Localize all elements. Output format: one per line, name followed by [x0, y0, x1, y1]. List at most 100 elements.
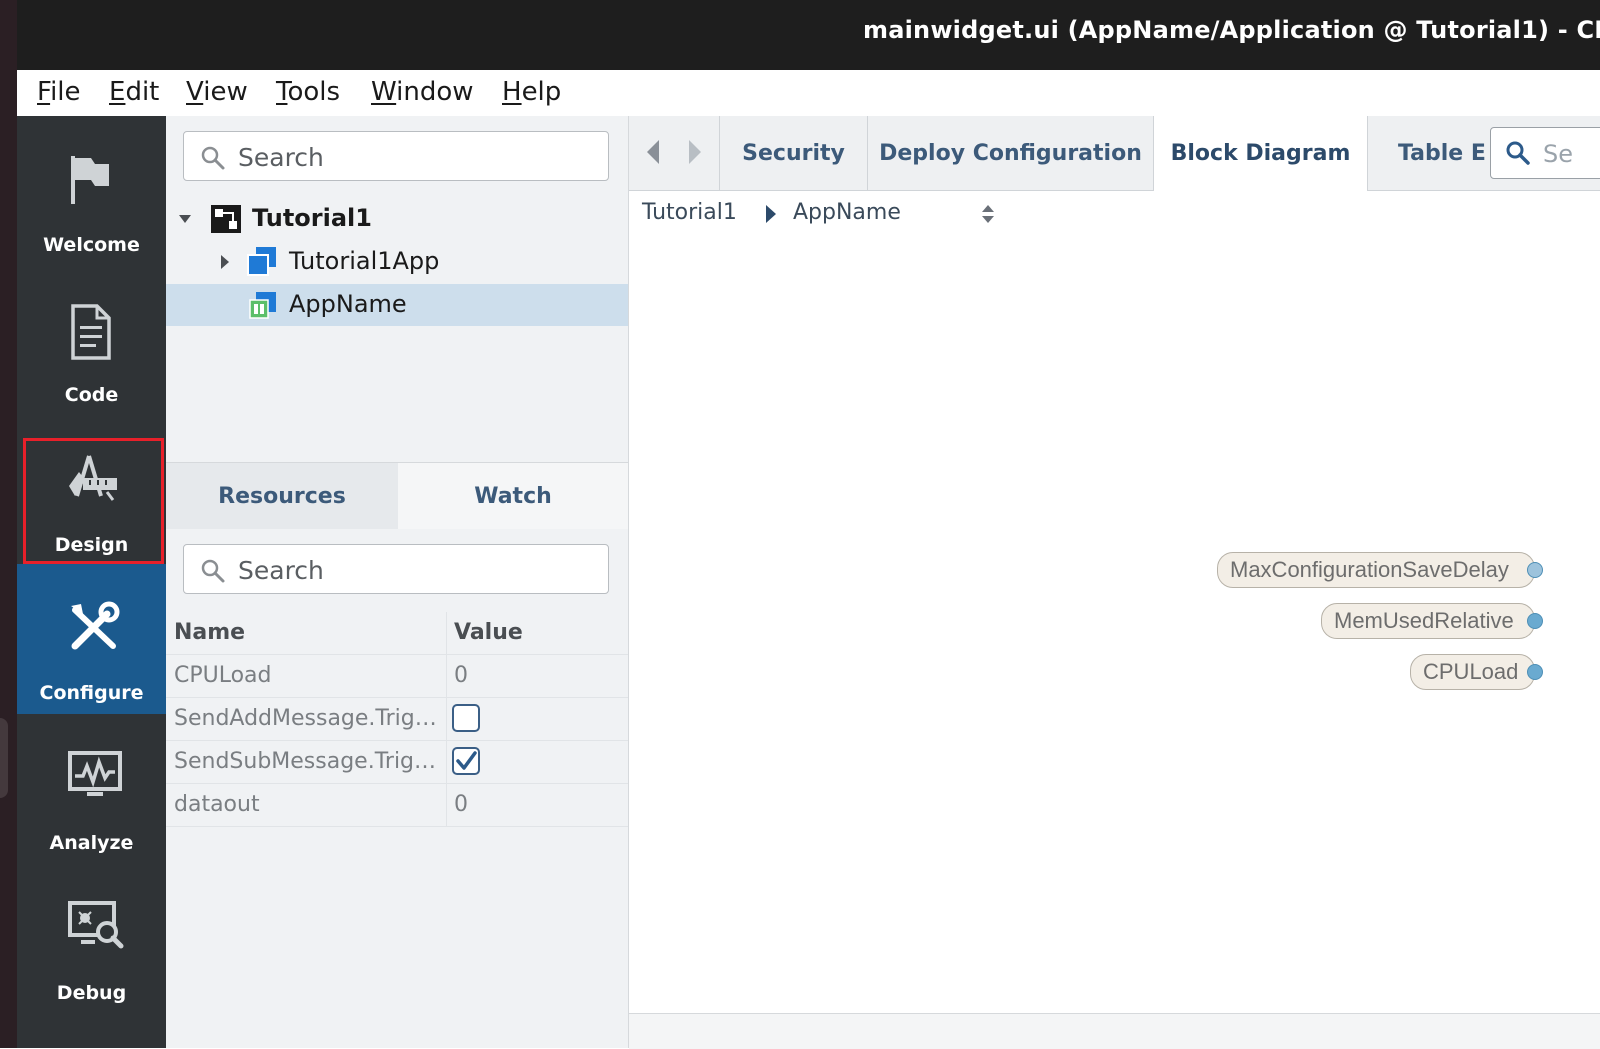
tree-item-tutorial1app[interactable]: Tutorial1App — [166, 241, 628, 283]
sort-updown-icon[interactable] — [980, 202, 996, 226]
table-row[interactable]: CPULoad 0 — [166, 655, 628, 698]
breadcrumb-tutorial1[interactable]: Tutorial1 — [642, 200, 737, 225]
column-divider[interactable] — [446, 612, 447, 654]
tab-resources[interactable]: Resources — [166, 463, 398, 529]
activity-debug[interactable]: Debug — [17, 864, 166, 1014]
menu-window-label: indow — [396, 77, 474, 107]
nav-forward-icon[interactable] — [687, 138, 703, 166]
menu-file-label: ile — [50, 77, 81, 107]
pin-connector[interactable] — [1527, 562, 1543, 578]
column-divider — [446, 655, 447, 697]
breadcrumb-appname[interactable]: AppName — [793, 200, 901, 225]
table-row[interactable]: SendSubMessage.Trig… — [166, 741, 628, 784]
tab-security[interactable]: Security — [719, 116, 867, 190]
menu-file-accel: F — [37, 77, 51, 107]
watch-name: dataout — [174, 792, 260, 817]
explorer-search-input[interactable] — [236, 138, 600, 176]
tab-table-editor[interactable]: Table E — [1367, 116, 1489, 190]
tab-deploy-configuration[interactable]: Deploy Configuration — [867, 116, 1153, 190]
editor-search-box — [1490, 127, 1600, 179]
activity-code[interactable]: Code — [17, 266, 166, 416]
breadcrumb-separator-icon — [766, 205, 776, 223]
search-icon — [201, 146, 225, 170]
menu-help-accel: H — [502, 77, 522, 107]
menu-file[interactable]: File — [37, 77, 81, 107]
diagram-pin-maxconfigurationsavedelay[interactable]: MaxConfigurationSaveDelay — [1217, 552, 1535, 588]
desktop-dock-edge — [0, 0, 17, 1048]
editor-tab-strip: Security Deploy Configuration Block Diag… — [629, 116, 1600, 191]
qt-widget-icon — [249, 292, 276, 319]
dock-handle[interactable] — [0, 718, 8, 798]
expand-caret-icon[interactable] — [178, 214, 192, 224]
flag-icon — [71, 156, 109, 204]
column-header-name[interactable]: Name — [174, 620, 444, 645]
column-divider — [446, 741, 447, 783]
pin-connector[interactable] — [1527, 613, 1543, 629]
activity-analyze-label: Analyze — [49, 832, 134, 854]
explorer-panel: Tutorial1 Tutorial1App AppName Resources… — [166, 116, 629, 1048]
menu-view-accel: V — [186, 77, 204, 107]
menu-tools-accel: T — [276, 77, 288, 107]
activity-code-label: Code — [64, 384, 119, 406]
nav-back-icon[interactable] — [645, 138, 661, 166]
watch-value[interactable]: 0 — [454, 792, 468, 817]
column-header-value[interactable]: Value — [454, 620, 523, 645]
activity-analyze[interactable]: Analyze — [17, 714, 166, 864]
watch-value[interactable]: 0 — [454, 663, 468, 688]
analyze-chart-icon — [68, 751, 122, 796]
collapse-caret-icon[interactable] — [220, 254, 230, 270]
watch-search-input[interactable] — [236, 551, 600, 589]
table-row[interactable]: dataout 0 — [166, 784, 628, 827]
activity-configure[interactable]: Configure — [17, 564, 166, 714]
menu-window-accel: W — [371, 77, 397, 107]
pin-connector[interactable] — [1527, 664, 1543, 680]
menu-edit-accel: E — [109, 77, 126, 107]
trigger-checkbox-unchecked[interactable] — [452, 704, 480, 732]
table-header: Name Value — [166, 612, 628, 655]
tree-item-label: Tutorial1 — [252, 204, 372, 232]
menu-help-label: elp — [521, 77, 562, 107]
column-divider — [446, 784, 447, 826]
wrench-screwdriver-icon — [71, 601, 120, 650]
title-bar: mainwidget.ui (AppName/Application @ Tut… — [17, 0, 1600, 70]
tree-item-label: AppName — [289, 290, 407, 318]
watch-name: SendAddMessage.Trig… — [174, 706, 437, 731]
menu-view-label: iew — [203, 77, 248, 107]
watch-search-box — [183, 544, 609, 594]
activity-welcome[interactable]: Welcome — [17, 116, 166, 266]
menu-help[interactable]: Help — [502, 77, 561, 107]
tree-item-label: Tutorial1App — [289, 247, 440, 275]
editor-search-input[interactable] — [1541, 135, 1600, 173]
document-icon — [71, 304, 111, 360]
application-icon — [247, 247, 276, 276]
window-title: mainwidget.ui (AppName/Application @ Tut… — [863, 16, 1600, 44]
menu-edit-label: dit — [125, 77, 160, 107]
table-row[interactable]: SendAddMessage.Trig… — [166, 698, 628, 741]
activity-configure-label: Configure — [39, 682, 144, 704]
watch-name: SendSubMessage.Trig… — [174, 749, 437, 774]
search-icon — [1506, 141, 1530, 165]
tree-item-appname[interactable]: AppName — [166, 284, 628, 326]
tab-watch[interactable]: Watch — [398, 463, 628, 529]
search-icon — [201, 559, 225, 583]
explorer-search-box — [183, 131, 609, 181]
tab-block-diagram[interactable]: Block Diagram — [1153, 116, 1367, 191]
lower-panel-tabs: Resources Watch — [166, 462, 628, 529]
debug-monitor-icon — [68, 901, 124, 949]
checkmark-icon — [456, 751, 477, 770]
menu-edit[interactable]: Edit — [109, 77, 159, 107]
column-divider — [446, 698, 447, 740]
diagram-pin-cpuload[interactable]: CPULoad — [1410, 654, 1535, 690]
menu-tools-label: ools — [287, 77, 341, 107]
system-icon — [211, 205, 241, 233]
menu-view[interactable]: View — [186, 77, 248, 107]
tree-item-tutorial1[interactable]: Tutorial1 — [166, 198, 628, 240]
editor-bottom-bar — [629, 1013, 1600, 1049]
menu-tools[interactable]: Tools — [276, 77, 340, 107]
trigger-checkbox-checked[interactable] — [452, 747, 480, 775]
diagram-pin-memusedrelative[interactable]: MemUsedRelative — [1321, 603, 1535, 639]
editor-area: Security Deploy Configuration Block Diag… — [629, 116, 1600, 1049]
watch-name: CPULoad — [174, 663, 272, 688]
activity-bar: Welcome Code Design Configure Analyze De… — [17, 116, 166, 1048]
menu-window[interactable]: Window — [371, 77, 474, 107]
